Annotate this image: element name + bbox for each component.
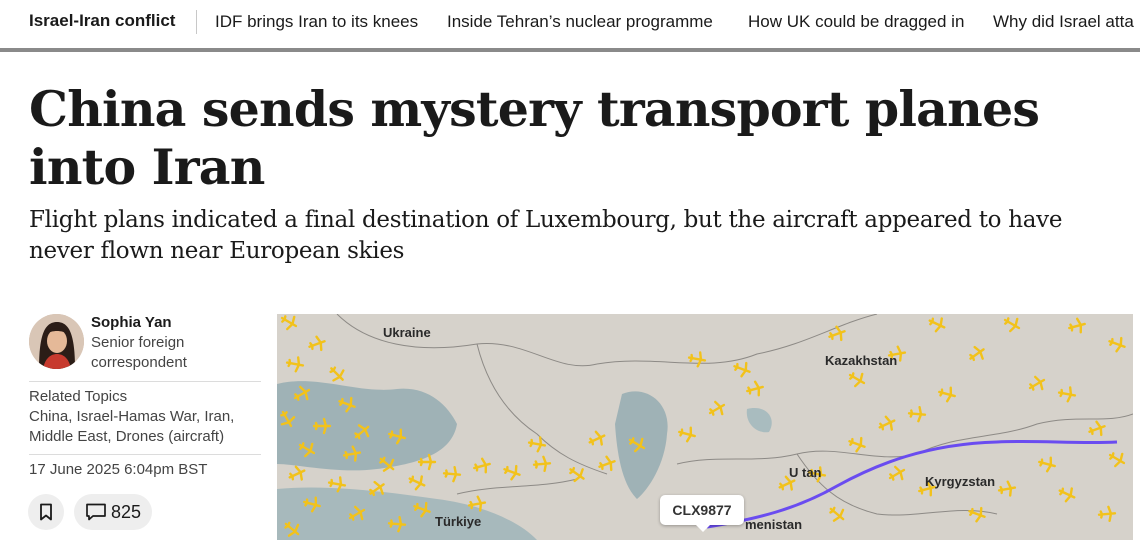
nav-separator [196,10,197,34]
plane-icon [312,417,332,435]
plane-icon [888,465,906,481]
plane-icon [907,406,927,423]
author-name[interactable]: Sophia Yan [91,314,172,331]
plane-icon [329,366,345,382]
plane-icon [1108,452,1126,468]
related-topics-list[interactable]: China, Israel-Hamas War, Iran, Middle Ea… [29,407,261,447]
plane-icon [379,456,395,472]
nav-link-nuclear[interactable]: Inside Tehran’s nuclear programme [447,12,713,32]
plane-icon [828,325,846,342]
flight-map-image[interactable]: Ukraine Kazakhstan U tan Kyrgyzstan meni… [277,314,1133,540]
plane-icon [678,426,696,443]
plane-icon [848,436,866,453]
plane-icon [527,436,547,453]
plane-icon [280,410,296,428]
nav-link-israel[interactable]: Why did Israel atta [993,12,1134,32]
plane-icon [1088,420,1106,437]
plane-icon [327,476,347,493]
divider [29,381,261,382]
plane-icon [687,351,707,368]
bookmark-button[interactable] [28,494,64,530]
plane-icon [413,501,431,518]
plane-icon [293,385,311,401]
plane-icon [369,480,385,497]
article-headline: China sends mystery transport planes int… [29,80,1040,196]
topic-nav: Israel-Iran conflict IDF brings Iran to … [0,0,1140,46]
bookmark-icon [40,503,52,521]
map-label-uzbekistan: U tan [789,465,822,480]
plane-icon [387,516,407,533]
plane-icon [878,415,896,431]
plane-icon [342,445,362,462]
plane-icon [1003,317,1021,333]
plane-icon [408,475,426,491]
plane-icon [417,453,437,471]
comment-count: 825 [110,501,142,522]
plane-icon [308,335,326,352]
flight-callout: CLX9877 [660,495,744,532]
plane-icon [848,372,866,388]
article-standfirst: Flight plans indicated a final destinati… [29,207,1063,264]
plane-icon [338,396,356,413]
plane-icon [354,424,370,440]
map-label-turkiye: Türkiye [435,514,482,529]
map-label-ukraine: Ukraine [383,325,431,340]
author-role: Senior foreign correspondent [91,334,187,371]
plane-icon [1058,487,1076,503]
plane-icon [288,465,306,481]
plane-icon [1038,456,1056,473]
plane-icon [298,442,316,458]
plane-icon [733,361,751,378]
plane-icon [442,466,462,483]
plane-icon [1068,317,1086,334]
map-label-turkmenistan: menistan [745,517,803,532]
nav-rule [0,48,1140,52]
plane-icon [280,315,298,331]
plane-icon [628,437,646,453]
plane-icon [997,480,1017,497]
author-avatar[interactable] [29,314,84,369]
plane-icon [285,356,305,373]
plane-icon [938,386,956,403]
plane-icon [829,506,845,522]
plane-icon [1097,505,1117,522]
plane-icon [1028,375,1046,391]
comments-button[interactable]: 825 [74,494,152,530]
plane-icon [1108,336,1126,353]
plane-icon [968,506,986,523]
plane-icon [473,457,491,474]
plane-icon [348,505,366,521]
comment-icon [86,503,106,521]
plane-icon [284,521,300,537]
related-topics-label: Related Topics [29,388,128,405]
map-label-kyrgyzstan: Kyrgyzstan [925,474,996,489]
publish-date: 17 June 2025 6:04pm BST [29,461,208,478]
plane-icon [569,466,585,483]
plane-icon [969,345,985,362]
divider [29,454,261,455]
plane-icon [928,317,946,333]
nav-link-idf[interactable]: IDF brings Iran to its knees [215,12,418,32]
plane-icon [746,380,764,397]
plane-icon [588,430,606,446]
plane-icon [708,400,726,416]
plane-icon [1057,386,1077,403]
map-label-kazakhstan: Kazakhstan [825,353,898,368]
nav-link-uk[interactable]: How UK could be dragged in [748,12,964,32]
plane-icon [388,428,406,445]
plane-icon [532,455,552,472]
plane-icon [503,464,521,481]
plane-icon [467,495,487,512]
topic-link[interactable]: Israel-Iran conflict [29,11,175,31]
plane-icon [598,455,616,472]
plane-icon [303,496,321,513]
